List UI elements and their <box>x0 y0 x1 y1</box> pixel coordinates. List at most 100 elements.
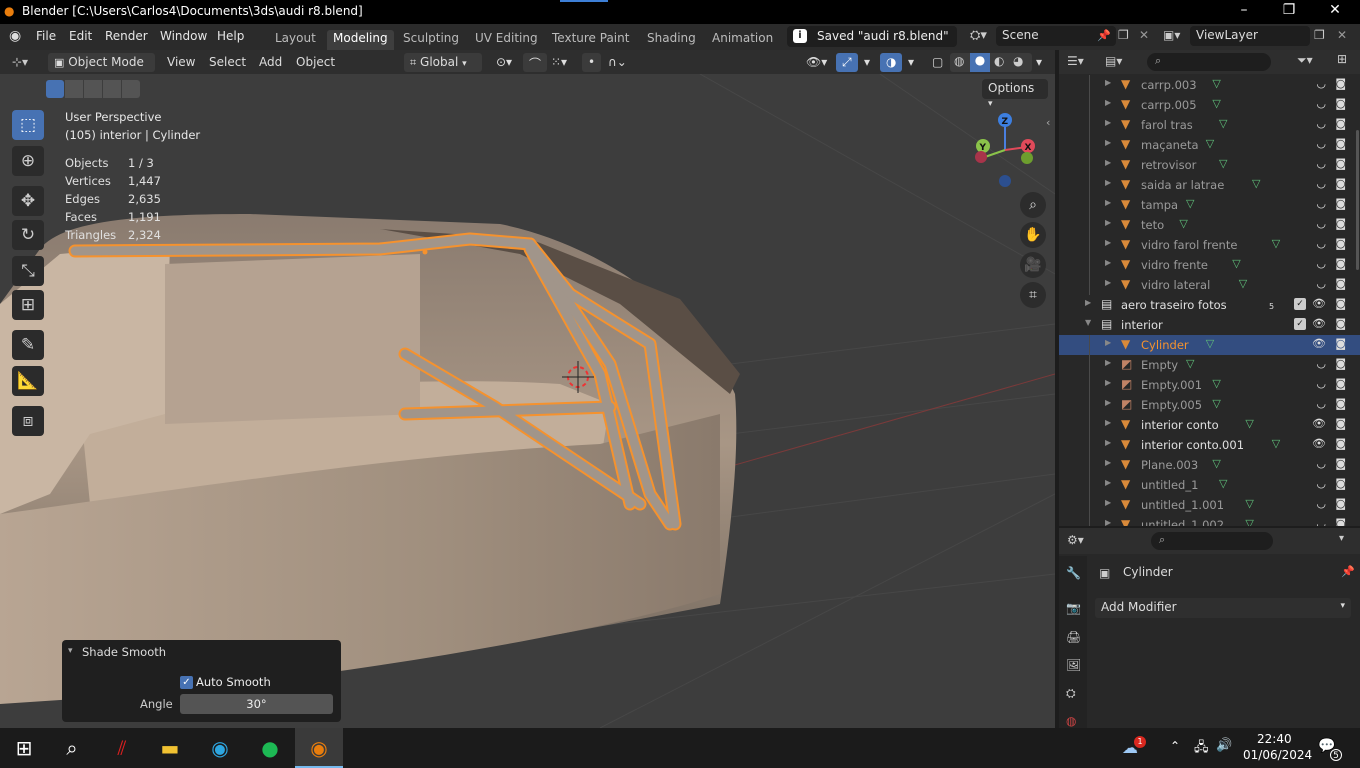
outliner-object-row[interactable]: ▶ ▼ carrp.003 ▽ ◡ ◙ <box>1059 75 1360 95</box>
pan-hand-icon[interactable]: ✋ <box>1020 222 1046 248</box>
render-camera-icon[interactable]: ◙ <box>1335 357 1346 370</box>
menu-add[interactable]: Add <box>253 53 288 72</box>
render-camera-icon[interactable]: ◙ <box>1335 177 1346 190</box>
render-camera-icon[interactable]: ◙ <box>1335 457 1346 470</box>
render-camera-icon[interactable]: ◙ <box>1335 317 1346 330</box>
render-camera-icon[interactable]: ◙ <box>1335 397 1346 410</box>
eye-hidden-icon[interactable]: ◡ <box>1316 277 1326 290</box>
output-tab-icon[interactable]: 🖨 <box>1066 630 1081 644</box>
outliner-object-row[interactable]: ▶ ▼ carrp.005 ▽ ◡ ◙ <box>1059 95 1360 115</box>
shading-dropdown-icon[interactable]: ▾ <box>1030 53 1048 72</box>
new-collection-icon[interactable]: ⊞ <box>1337 52 1347 66</box>
pivot-icon[interactable]: ⊙▾ <box>490 53 518 72</box>
expand-right-icon[interactable]: ▶ <box>1105 138 1111 147</box>
expand-right-icon[interactable]: ▶ <box>1105 238 1111 247</box>
sidebar-toggle-icon[interactable]: ‹ <box>1046 116 1050 129</box>
app-red-icon[interactable]: ⫽ <box>98 728 146 768</box>
eye-hidden-icon[interactable]: ◡ <box>1316 517 1326 526</box>
expand-right-icon[interactable]: ▶ <box>1105 498 1111 507</box>
move-tool[interactable]: ✥ <box>12 186 44 216</box>
clock-date[interactable]: 01/06/2024 <box>1243 748 1312 762</box>
outliner-object-row[interactable]: ▶ ▼ retrovisor ▽ ◡ ◙ <box>1059 155 1360 175</box>
outliner-object-row[interactable]: ▶ ▼ interior conto ▽ 👁 ◙ <box>1059 415 1360 435</box>
outliner-object-row[interactable]: ▶ ▼ teto ▽ ◡ ◙ <box>1059 215 1360 235</box>
expand-right-icon[interactable]: ▶ <box>1105 118 1111 127</box>
blender-menu-icon[interactable]: ◉ <box>9 28 21 44</box>
eye-hidden-icon[interactable]: ◡ <box>1316 357 1326 370</box>
render-camera-icon[interactable]: ◙ <box>1335 137 1346 150</box>
render-camera-icon[interactable]: ◙ <box>1335 197 1346 210</box>
render-camera-icon[interactable]: ◙ <box>1335 257 1346 270</box>
collapse-chevron-icon[interactable]: ▾ <box>68 646 73 656</box>
outliner-collection-row[interactable]: ▶ ▤ aero traseiro fotos 5 ✓ 👁 ◙ <box>1059 295 1360 315</box>
blender-taskbar-icon[interactable]: ◉ <box>295 728 343 768</box>
eye-hidden-icon[interactable]: ◡ <box>1316 497 1326 510</box>
render-camera-icon[interactable]: ◙ <box>1335 157 1346 170</box>
delete-scene-icon[interactable]: ✕ <box>1139 28 1149 42</box>
camera-view-icon[interactable]: 🎥 <box>1020 252 1046 278</box>
tab-animation[interactable]: Animation <box>706 30 779 50</box>
angle-field[interactable]: 30° <box>180 694 333 714</box>
outliner-object-row[interactable]: ▶ ▼ saida ar latrae ▽ ◡ ◙ <box>1059 175 1360 195</box>
expand-down-icon[interactable]: ▼ <box>1085 318 1091 327</box>
outliner-object-row[interactable]: ▶ ▼ vidro lateral ▽ ◡ ◙ <box>1059 275 1360 295</box>
redo-panel-title[interactable]: Shade Smooth <box>82 645 166 659</box>
outliner-object-row[interactable]: ▶ ◩ Empty ▽ ◡ ◙ <box>1059 355 1360 375</box>
pin-icon[interactable]: 📌 <box>1341 565 1355 578</box>
tab-sculpting[interactable]: Sculpting <box>397 30 465 50</box>
eye-hidden-icon[interactable]: ◡ <box>1316 397 1326 410</box>
pin-icon[interactable]: 📌 <box>1097 29 1111 42</box>
clock-time[interactable]: 22:40 <box>1257 732 1292 746</box>
eye-hidden-icon[interactable]: ◡ <box>1316 477 1326 490</box>
tab-modeling[interactable]: Modeling <box>327 30 394 50</box>
view-layer-tab-icon[interactable]: 🖼 <box>1066 658 1081 672</box>
overlay-toggle-icon[interactable]: ◑ <box>880 53 903 72</box>
display-mode-icon[interactable]: ▤▾ <box>1105 54 1122 68</box>
eye-hidden-icon[interactable]: ◡ <box>1316 97 1326 110</box>
edge-browser-icon[interactable]: ◉ <box>196 728 244 768</box>
menu-help[interactable]: Help <box>213 28 248 44</box>
select-new-icon[interactable] <box>46 80 64 98</box>
render-camera-icon[interactable]: ◙ <box>1335 417 1346 430</box>
render-tab-icon[interactable]: 📷 <box>1066 601 1081 615</box>
render-camera-icon[interactable]: ◙ <box>1335 517 1346 526</box>
menu-select[interactable]: Select <box>203 53 252 72</box>
delete-view-layer-icon[interactable]: ✕ <box>1337 28 1347 42</box>
eye-visible-icon[interactable]: 👁 <box>1312 317 1326 330</box>
minimize-button[interactable]: – <box>1229 2 1259 18</box>
render-camera-icon[interactable]: ◙ <box>1335 297 1346 310</box>
expand-right-icon[interactable]: ▶ <box>1105 478 1111 487</box>
eye-visible-icon[interactable]: 👁 <box>1312 437 1326 450</box>
eye-hidden-icon[interactable]: ◡ <box>1316 117 1326 130</box>
eye-visible-icon[interactable]: 👁 <box>1312 337 1326 350</box>
outliner-object-row[interactable]: ▶ ▼ vidro farol frente ▽ ◡ ◙ <box>1059 235 1360 255</box>
zoom-icon[interactable]: ⌕ <box>1020 192 1046 218</box>
render-camera-icon[interactable]: ◙ <box>1335 337 1346 350</box>
snap-icon[interactable]: ⌒ <box>523 53 548 72</box>
windows-start-icon[interactable]: ⊞ <box>0 728 48 768</box>
outliner-object-row[interactable]: ▶ ◩ Empty.001 ▽ ◡ ◙ <box>1059 375 1360 395</box>
visibility-icon[interactable]: 👁▾ <box>800 53 833 72</box>
expand-right-icon[interactable]: ▶ <box>1105 78 1111 87</box>
expand-right-icon[interactable]: ▶ <box>1085 298 1091 307</box>
perspective-toggle-icon[interactable]: ⌗ <box>1020 282 1046 308</box>
wireframe-shading-icon[interactable]: ◍ <box>954 54 964 68</box>
outliner-object-row[interactable]: ▶ ▼ untitled_1 ▽ ◡ ◙ <box>1059 475 1360 495</box>
render-camera-icon[interactable]: ◙ <box>1335 497 1346 510</box>
expand-right-icon[interactable]: ▶ <box>1105 258 1111 267</box>
world-tab-icon[interactable]: ◍ <box>1066 714 1076 728</box>
expand-right-icon[interactable]: ▶ <box>1105 98 1111 107</box>
mode-selector[interactable]: ▣ Object Mode ▾ <box>48 53 155 83</box>
close-button[interactable]: ✕ <box>1320 2 1350 18</box>
expand-right-icon[interactable]: ▶ <box>1105 418 1111 427</box>
outliner-object-row[interactable]: ▶ ▼ vidro frente ▽ ◡ ◙ <box>1059 255 1360 275</box>
select-extend-icon[interactable] <box>65 80 83 98</box>
annotate-tool[interactable]: ✎ <box>12 330 44 360</box>
expand-right-icon[interactable]: ▶ <box>1105 438 1111 447</box>
expand-right-icon[interactable]: ▶ <box>1105 358 1111 367</box>
falloff-icon[interactable]: ∩⌄ <box>602 53 633 72</box>
render-camera-icon[interactable]: ◙ <box>1335 377 1346 390</box>
measure-tool[interactable]: 📐 <box>12 366 44 396</box>
eye-visible-icon[interactable]: 👁 <box>1312 297 1326 310</box>
volume-icon[interactable]: 🔊 <box>1216 738 1232 753</box>
